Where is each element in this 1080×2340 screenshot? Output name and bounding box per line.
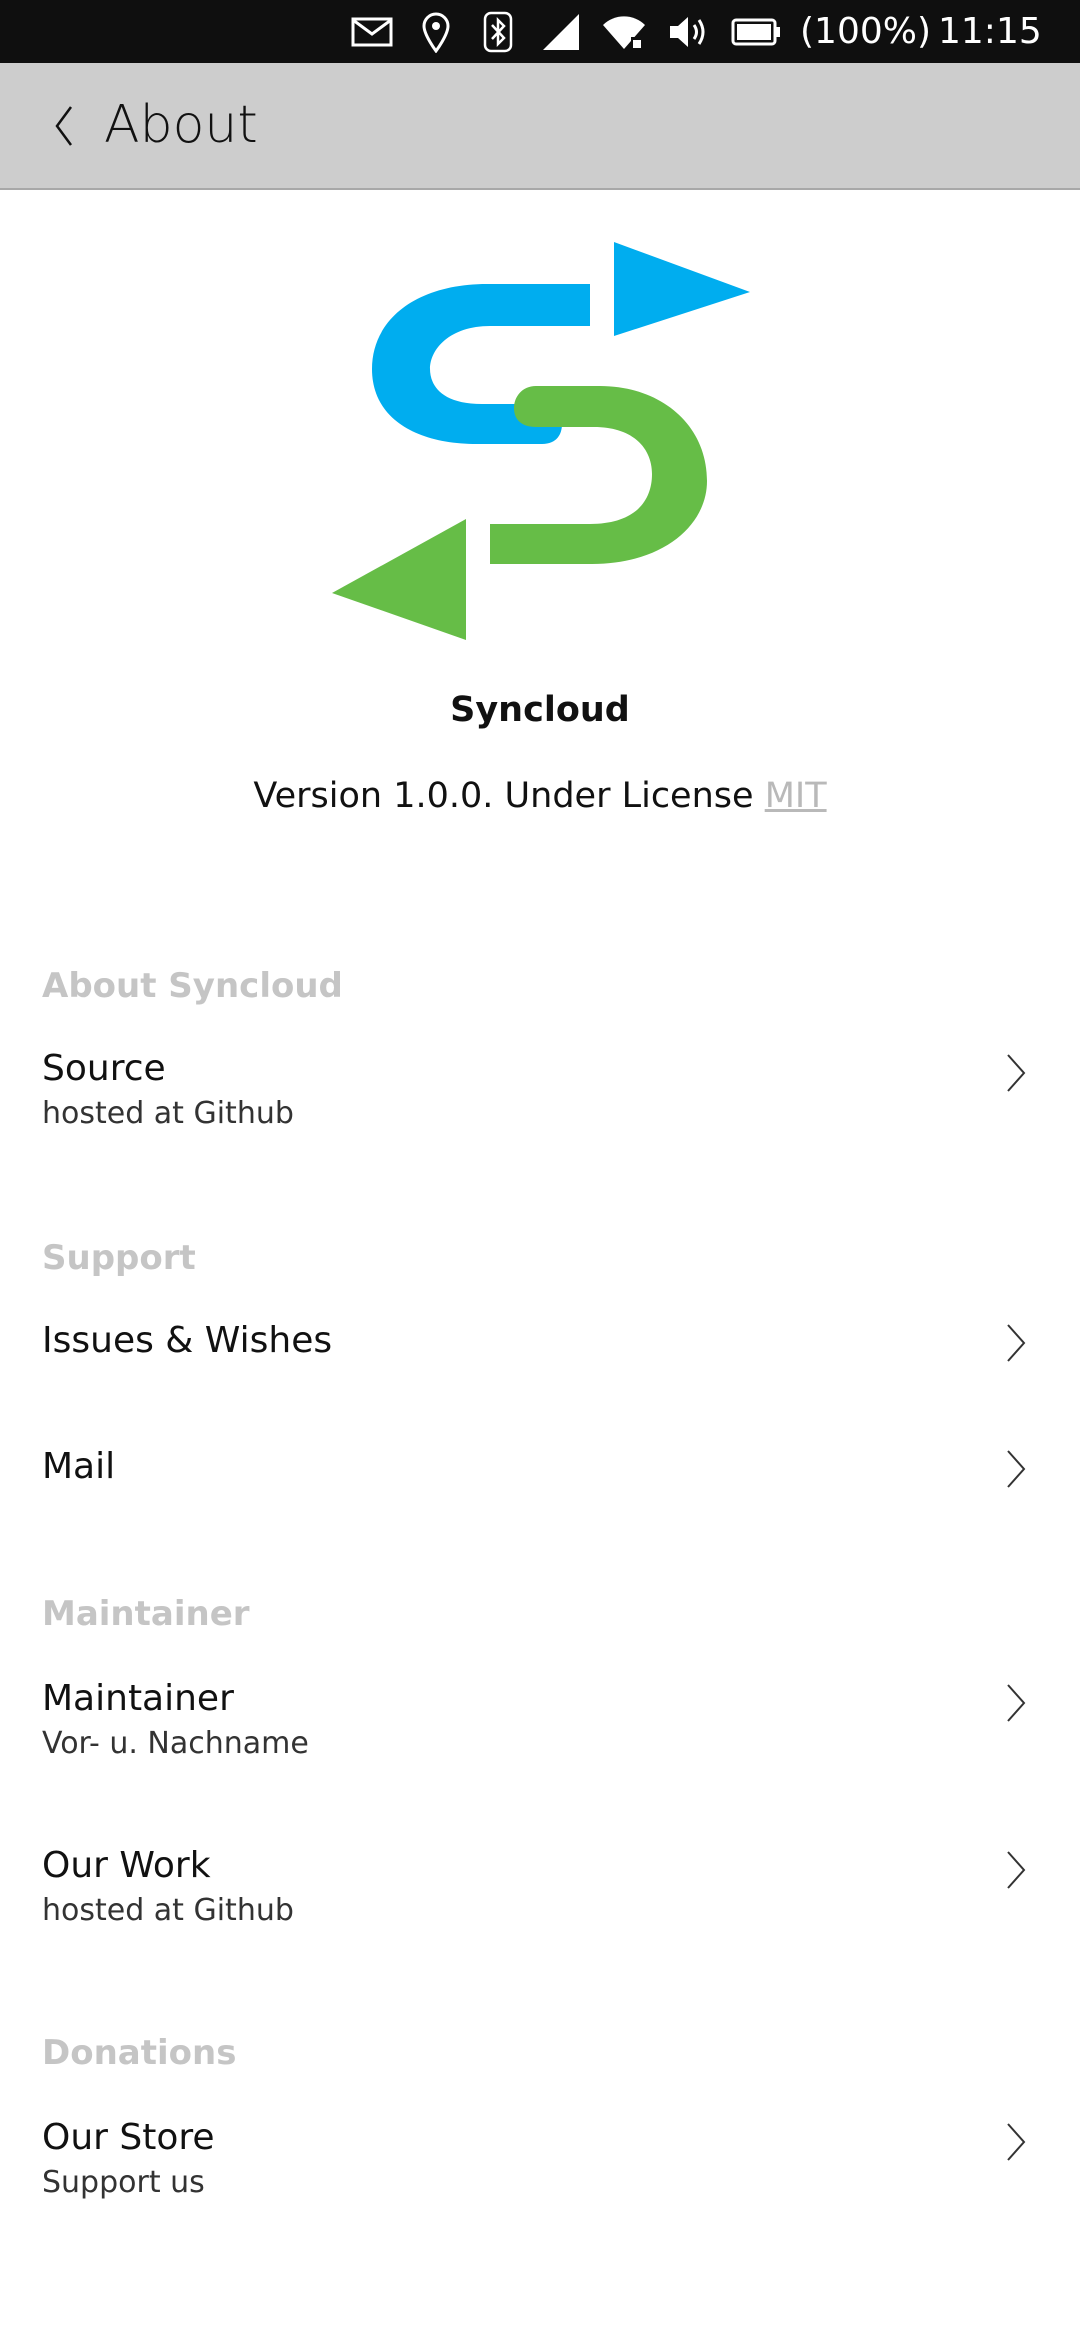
chevron-right-icon xyxy=(1007,1324,1026,1362)
item-title: Source xyxy=(42,1048,166,1089)
battery-icon xyxy=(730,0,782,63)
item-title: Mail xyxy=(42,1446,116,1487)
version-text: Version 1.0.0. Under License xyxy=(253,776,754,816)
item-title: Our Work xyxy=(42,1845,211,1886)
app-header: About xyxy=(0,63,1080,190)
wifi-icon xyxy=(600,0,648,63)
page-title: About xyxy=(104,95,258,155)
item-subtitle: hosted at Github xyxy=(42,1893,294,1928)
list-item-issues-wishes[interactable]: Issues & Wishes xyxy=(0,1300,1080,1410)
list-item-our-work[interactable]: Our Work hosted at Github xyxy=(0,1827,1080,1947)
list-item-our-store[interactable]: Our Store Support us xyxy=(0,2099,1080,2219)
clock: 11:15 xyxy=(938,11,1042,52)
list-item-mail[interactable]: Mail xyxy=(0,1426,1080,1536)
chevron-right-icon xyxy=(1007,1684,1026,1722)
item-subtitle: Support us xyxy=(42,2165,205,2200)
chevron-right-icon xyxy=(1007,2123,1026,2161)
item-title: Issues & Wishes xyxy=(42,1320,333,1361)
section-about-syncloud: About Syncloud xyxy=(42,966,343,1006)
list-item-source[interactable]: Source hosted at Github xyxy=(0,1030,1080,1150)
volume-icon xyxy=(666,0,710,63)
item-title: Maintainer xyxy=(42,1678,234,1719)
section-maintainer: Maintainer xyxy=(42,1594,250,1634)
app-logo xyxy=(322,234,758,644)
license-link[interactable]: MIT xyxy=(765,776,827,816)
item-subtitle: Vor- u. Nachname xyxy=(42,1726,309,1761)
chevron-right-icon xyxy=(1007,1054,1026,1092)
version-line: Version 1.0.0. Under License MIT xyxy=(0,776,1080,816)
mail-icon xyxy=(350,0,394,63)
section-support: Support xyxy=(42,1238,196,1278)
item-subtitle: hosted at Github xyxy=(42,1096,294,1131)
status-bar: (100%) 11:15 xyxy=(0,0,1080,63)
signal-icon xyxy=(540,0,582,63)
battery-percent: (100%) xyxy=(800,11,932,52)
item-title: Our Store xyxy=(42,2117,215,2158)
chevron-right-icon xyxy=(1007,1450,1026,1488)
back-button[interactable] xyxy=(36,93,92,159)
chevron-right-icon xyxy=(1007,1851,1026,1889)
section-donations: Donations xyxy=(42,2033,237,2073)
chevron-left-icon xyxy=(55,106,73,146)
location-icon xyxy=(418,0,454,63)
app-name: Syncloud xyxy=(450,690,630,730)
bluetooth-icon xyxy=(480,0,516,63)
list-item-maintainer[interactable]: Maintainer Vor- u. Nachname xyxy=(0,1660,1080,1780)
